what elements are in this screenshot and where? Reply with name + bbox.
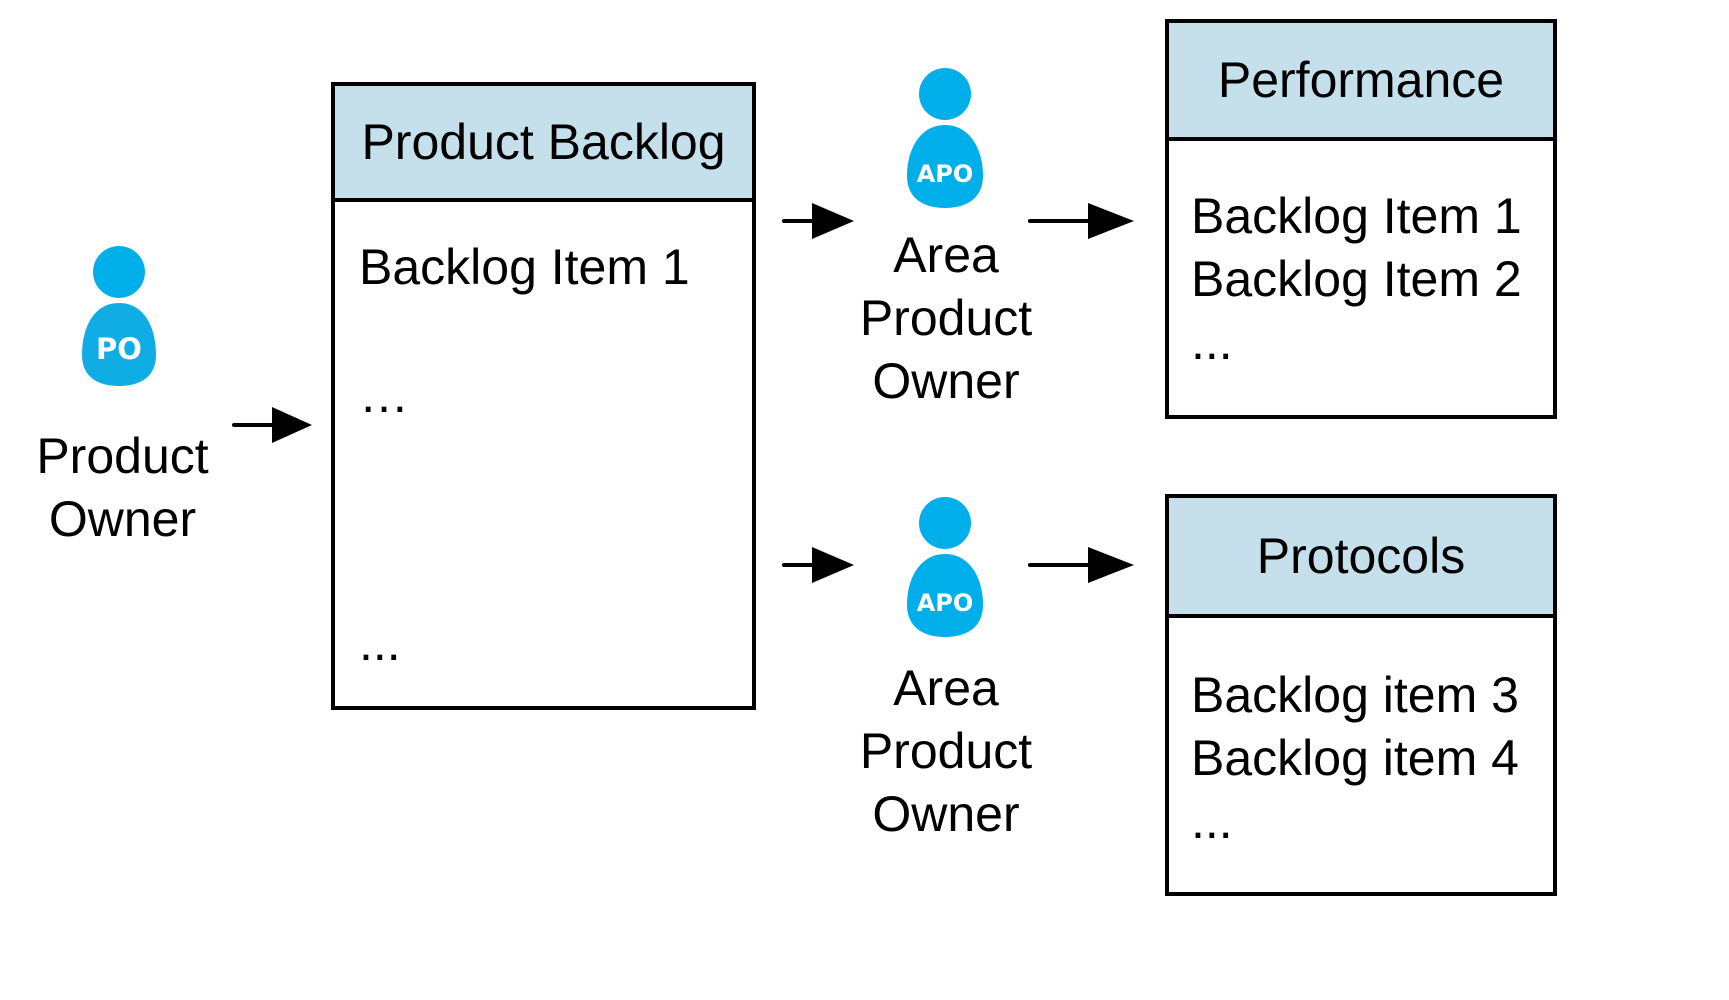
label-line: Owner (872, 353, 1020, 409)
apo-badge: APO (917, 589, 974, 617)
backlog-item: Backlog Item 2 (1191, 251, 1522, 307)
label-line: Product (859, 290, 1033, 346)
arrow-po-to-backlog (232, 405, 312, 445)
product-backlog-box: Product Backlog Backlog Item 1 … ... (331, 82, 756, 710)
product-backlog-title: Product Backlog (335, 86, 752, 202)
performance-backlog-box: Performance Backlog Item 1 Backlog Item … (1165, 19, 1557, 419)
protocols-backlog-box: Protocols Backlog item 3 Backlog item 4 … (1165, 494, 1557, 896)
label-line: Product (859, 723, 1033, 779)
label-line: Owner (872, 786, 1020, 842)
backlog-ellipsis: ... (359, 615, 401, 671)
backlog-ellipsis: ... (1191, 793, 1233, 849)
label-line: Area (893, 227, 999, 283)
product-owner-label: Product Owner (20, 425, 225, 551)
arrow-apo-to-performance (1028, 201, 1134, 241)
backlog-ellipsis: ... (1191, 314, 1233, 370)
label-line: Area (893, 660, 999, 716)
arrow-backlog-to-apo-protocols (782, 545, 854, 585)
performance-title: Performance (1169, 23, 1553, 141)
backlog-item: Backlog Item 1 (1191, 188, 1522, 244)
arrow-apo-to-protocols (1028, 545, 1134, 585)
backlog-item: Backlog Item 1 (359, 239, 690, 295)
label-line: Owner (48, 491, 197, 547)
backlog-item: Backlog item 4 (1191, 730, 1519, 786)
area-product-owner-protocols-label: Area Product Owner (835, 657, 1057, 846)
protocols-title: Protocols (1169, 498, 1553, 618)
area-product-owner-protocols-person-icon: APO (905, 497, 985, 642)
apo-badge: APO (917, 160, 974, 188)
label-line: Product (36, 428, 209, 484)
product-owner-person-icon: PO (80, 245, 160, 390)
po-badge: PO (96, 332, 142, 366)
area-product-owner-performance-label: Area Product Owner (835, 224, 1057, 413)
backlog-item: Backlog item 3 (1191, 667, 1519, 723)
area-product-owner-performance-person-icon: APO (905, 68, 985, 213)
backlog-ellipsis: … (359, 367, 409, 423)
